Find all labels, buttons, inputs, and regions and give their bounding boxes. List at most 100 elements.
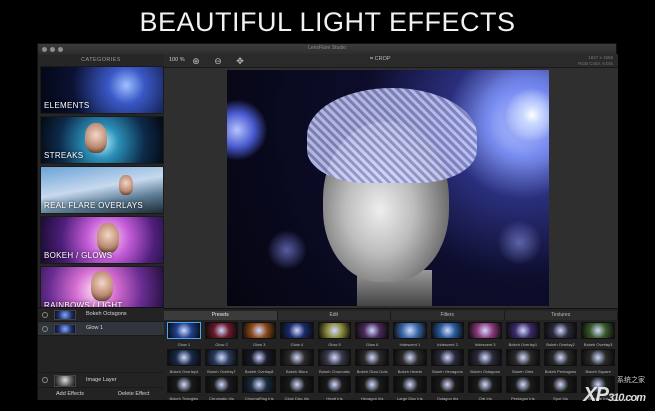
preset-item[interactable]: Iridescent 2 (430, 321, 466, 347)
preset-item[interactable]: Hexagon Iris (354, 375, 390, 401)
tab-edit[interactable]: Edit (277, 311, 391, 320)
preset-item[interactable]: Bokeh Pentagons (543, 348, 579, 374)
preset-thumbnail (543, 349, 578, 366)
category-streaks[interactable]: STREAKS (40, 116, 164, 164)
preset-item[interactable]: Iridescent 3 (467, 321, 503, 347)
preset-thumbnail (393, 349, 427, 366)
preset-item[interactable]: Spot Iris (543, 375, 579, 401)
preset-item[interactable]: Bokeh Square (580, 348, 616, 374)
layer-row[interactable]: Glow 1 (38, 322, 164, 336)
preset-item[interactable]: Bokeh Hexagons (430, 348, 466, 374)
preset-label: Bokeh Hearts (397, 369, 422, 374)
visibility-icon[interactable] (42, 377, 48, 383)
preset-label: Glow 4 (290, 342, 304, 347)
category-thumbnail (91, 271, 113, 301)
preset-item[interactable]: Bokeh Blurs (279, 348, 315, 374)
preset-item[interactable]: Bokeh Octagons (467, 348, 503, 374)
preset-item[interactable]: Glow 5 (317, 321, 353, 347)
preset-item[interactable]: Glow Disc Iris (279, 375, 315, 401)
preset-item[interactable]: Bokeh Overlay1 (505, 321, 541, 347)
layer-row[interactable]: Bokeh Octagons (38, 308, 164, 322)
preset-item[interactable]: Bokeh Overlay4 (166, 348, 202, 374)
portrait-headscarf (307, 88, 477, 183)
app-window: LensFlare Studio CATEGORIES ELEMENTS STR… (37, 43, 618, 401)
category-bokeh-glows[interactable]: BOKEH / GLOWS (40, 216, 164, 264)
category-label: ELEMENTS (44, 101, 90, 110)
watermark-suffix: 310.com (607, 392, 646, 404)
preset-thumbnail (468, 322, 502, 339)
preset-thumbnail (167, 349, 201, 366)
categories-sidebar: CATEGORIES ELEMENTS STREAKS REAL FLARE O… (38, 54, 164, 400)
flare-highlight (227, 100, 267, 160)
category-real-flare-overlays[interactable]: REAL FLARE OVERLAYS (40, 166, 164, 214)
tab-filters[interactable]: Filters (391, 311, 505, 320)
preset-item[interactable]: Orb Iris (467, 375, 503, 401)
zoom-level[interactable]: 100 % (169, 57, 185, 63)
preset-item[interactable]: Bokeh Hearts (392, 348, 428, 374)
preset-label: Bokeh Square (585, 369, 611, 374)
preset-label: Iridescent 1 (399, 342, 421, 347)
delete-effect-button[interactable]: Delete Effect (118, 391, 149, 397)
category-list: ELEMENTS STREAKS REAL FLARE OVERLAYS BOK… (40, 66, 164, 316)
preset-label: Iridescent 3 (474, 342, 496, 347)
preset-item[interactable]: Octagon Iris (430, 375, 466, 401)
visibility-icon[interactable] (42, 312, 48, 318)
preset-item[interactable]: Glow 2 (204, 321, 240, 347)
image-info: 1847 x 1568 RGB Color, 8 bits (578, 55, 613, 66)
preset-label: Glow 2 (215, 342, 228, 347)
category-thumbnail (85, 123, 107, 153)
preset-grid: Glow 1 Glow 2 Glow 3 Glow 4 Glow 5 Glow 6 Irid… (166, 321, 616, 401)
preset-item[interactable]: Glow 4 (279, 321, 315, 347)
preset-item[interactable]: Bokeh Overlay8 (241, 348, 277, 374)
preset-item[interactable]: Bokeh Overlay7 (204, 348, 240, 374)
image-layer-thumbnail (54, 375, 76, 387)
preset-item[interactable]: Bokeh Orbs (505, 348, 541, 374)
preset-item[interactable]: Pentagon Iris (505, 375, 541, 401)
crop-label: CROP (374, 56, 391, 62)
zoom-in-icon[interactable]: ⊕ (190, 55, 202, 67)
visibility-icon[interactable] (42, 326, 48, 332)
preset-thumbnail (280, 322, 314, 339)
tab-textures[interactable]: Textures (504, 311, 618, 320)
preset-item[interactable]: Glow 3 (241, 321, 277, 347)
preset-item[interactable]: Bokeh Overlay3 (580, 321, 616, 347)
canvas-area (164, 68, 618, 308)
preset-label: Glow Disc Iris (284, 396, 310, 401)
window-title: LensFlare Studio (308, 45, 346, 51)
category-elements[interactable]: ELEMENTS (40, 66, 164, 114)
preset-label: Chromatic Iris (209, 396, 234, 401)
preset-thumbnail (430, 376, 465, 393)
image-layer-row[interactable]: Image Layer (38, 372, 164, 388)
preset-label: Glow 1 (177, 342, 191, 347)
preset-item[interactable]: ChromaRing Iris (241, 375, 277, 401)
preset-item[interactable]: Bokeh Glow Dots (354, 348, 390, 374)
preset-item[interactable]: Chromatic Iris (204, 375, 240, 401)
image-layer-name: Image Layer (86, 377, 117, 383)
preset-item[interactable]: Heart Iris (317, 375, 353, 401)
preset-item[interactable]: Bokeh Triangles (166, 375, 202, 401)
tab-presets[interactable]: Presets (164, 311, 278, 320)
preset-item[interactable]: Glow 1 (166, 321, 202, 347)
preset-label: Bokeh Pentagons (544, 369, 577, 374)
preset-item[interactable]: Iridescent 1 (392, 321, 428, 347)
preset-thumbnail (506, 349, 540, 366)
move-icon[interactable]: ✥ (234, 55, 246, 67)
effects-panel: Presets Edit Filters Textures Glow 1 Glow… (164, 308, 618, 401)
preset-label: Pentagon Iris (511, 396, 535, 401)
zoom-out-icon[interactable]: ⊖ (212, 55, 224, 67)
layer-thumbnail (54, 310, 76, 320)
crop-button[interactable]: ⌗ CROP (370, 56, 391, 63)
add-effects-button[interactable]: Add Effects (56, 391, 84, 397)
preset-item[interactable]: Bokeh Chromatic (317, 348, 353, 374)
preset-thumbnail (204, 349, 239, 366)
preset-item[interactable]: Bokeh Overlay2 (543, 321, 579, 347)
preset-thumbnail (543, 376, 578, 393)
title-bar: LensFlare Studio (38, 44, 616, 54)
preset-item[interactable]: Glow 6 (354, 321, 390, 347)
preset-item[interactable]: Large Disc Iris (392, 375, 428, 401)
preset-label: Large Disc Iris (397, 396, 423, 401)
preset-label: Heart Iris (326, 396, 343, 401)
photo-canvas[interactable] (227, 70, 549, 306)
image-color-mode: RGB Color, 8 bits (578, 60, 613, 66)
preset-label: Bokeh Blurs (286, 369, 308, 374)
